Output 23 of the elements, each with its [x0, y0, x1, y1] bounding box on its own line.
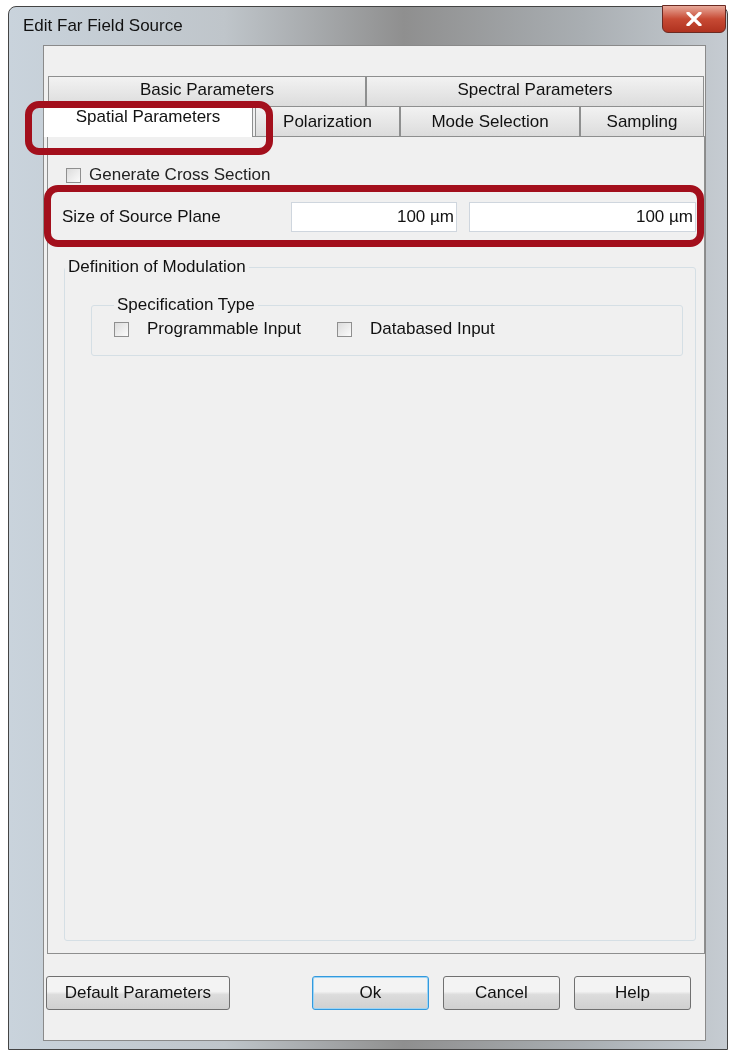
checkbox-label: Generate Cross Section	[89, 165, 271, 185]
checkbox-label: Databased Input	[370, 319, 495, 339]
field-label: Size of Source Plane	[62, 207, 222, 227]
close-icon	[686, 12, 702, 26]
tab[interactable]: Mode Selection	[400, 106, 580, 136]
checkbox[interactable]	[66, 167, 81, 183]
tab[interactable]: Polarization	[255, 106, 400, 136]
checkbox[interactable]	[114, 321, 129, 337]
tab[interactable]: Sampling	[580, 106, 704, 136]
tab[interactable]: Spectral Parameters	[366, 76, 704, 106]
input-field[interactable]: 100 µm	[469, 202, 696, 232]
dialog-button[interactable]: Ok	[311, 976, 429, 1010]
dialog-button[interactable]: Help	[573, 976, 691, 1010]
group-title: Specification Type	[116, 295, 256, 315]
checkbox[interactable]	[337, 321, 353, 337]
checkbox-label: Programmable Input	[147, 319, 302, 339]
input-field[interactable]: 100 µm	[291, 202, 457, 232]
close-button[interactable]	[662, 5, 726, 33]
group-title: Definition of Modulation	[67, 257, 247, 277]
dialog-button[interactable]: Default Parameters	[46, 976, 230, 1010]
dialog-button[interactable]: Cancel	[442, 976, 560, 1010]
window-title: Edit Far Field Source	[23, 16, 183, 36]
tab[interactable]: Basic Parameters	[48, 76, 366, 106]
